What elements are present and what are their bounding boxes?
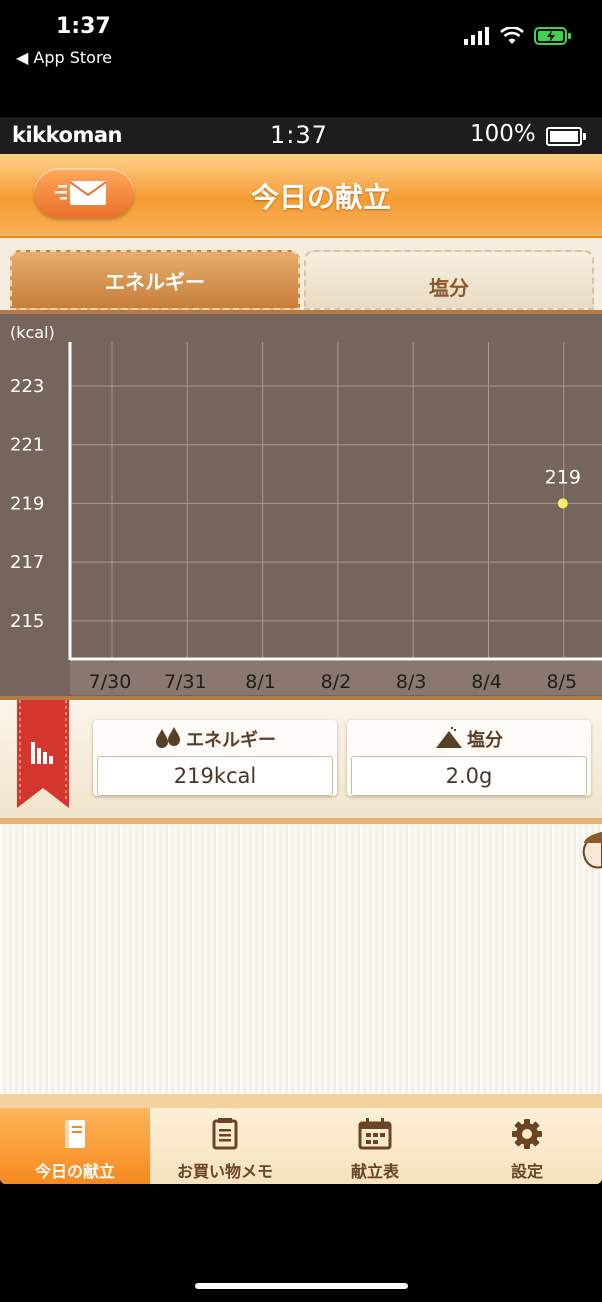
mascot-peek-icon [582, 831, 602, 869]
tab-todays-menu-label: 今日の献立 [34, 1162, 115, 1181]
chart-ytick-0: 223 [10, 376, 44, 397]
energy-chart: (kcal) 223 221 219 217 215 7/30 7/31 8/1 8/2 8/3 8/… [0, 310, 602, 700]
tab-salt[interactable]: 塩分 [304, 250, 594, 310]
battery-charging-icon [534, 27, 571, 45]
chart-ytick-2: 219 [10, 493, 44, 514]
brand-logo: kikkoman [12, 123, 122, 147]
salt-stat-label: 塩分 [467, 730, 503, 751]
ios-clock: 1:37 [56, 14, 111, 39]
chart-y-label: (kcal) [10, 323, 55, 342]
tab-settings[interactable]: 設定 [452, 1108, 602, 1184]
energy-stat-label: エネルギー [186, 730, 276, 751]
energy-drop-icon [156, 727, 180, 748]
chart-background [0, 314, 602, 696]
header-bar: 今日の献立 [0, 154, 602, 238]
energy-stat-value: 219kcal [97, 756, 333, 796]
memo-icon [212, 1118, 238, 1150]
bar-chart-ribbon-icon [17, 700, 69, 808]
energy-stat: エネルギー 219kcal [93, 720, 337, 796]
notebook-icon [65, 1120, 85, 1148]
wifi-icon [500, 27, 524, 44]
chart-ytick-3: 217 [10, 552, 44, 573]
energy-chart-svg: (kcal) 223 221 219 217 215 7/30 7/31 8/1 8/2 8/3 8/… [0, 314, 602, 696]
page-title: 今日の献立 [250, 181, 391, 214]
salt-stat-value: 2.0g [351, 756, 587, 796]
battery-icon [546, 127, 586, 146]
tab-energy[interactable]: エネルギー [10, 250, 300, 310]
app-status-bar: kikkoman 1:37 100% [0, 117, 602, 154]
content-area [0, 824, 602, 1094]
tab-todays-menu[interactable]: 今日の献立 [0, 1108, 150, 1184]
chart-ytick-1: 221 [10, 435, 44, 456]
tab-shopping-memo[interactable]: お買い物メモ [150, 1108, 300, 1184]
summary-panel: エネルギー 219kcal 塩分 2.0g [0, 700, 602, 824]
signal-icon [464, 27, 489, 45]
tab-menu-calendar-label: 献立表 [350, 1162, 399, 1181]
tab-menu-calendar[interactable]: 献立表 [300, 1108, 450, 1184]
salt-stat: 塩分 2.0g [347, 720, 591, 796]
ios-status-icons [464, 26, 572, 46]
chart-xtick-5: 8/4 [471, 671, 502, 693]
tab-shopping-memo-label: お買い物メモ [176, 1162, 273, 1181]
salt-mountain-icon [436, 727, 462, 748]
chart-xtick-4: 8/3 [396, 671, 427, 693]
tab-bar-top: エネルギー 塩分 [0, 238, 602, 310]
calendar-icon [358, 1118, 392, 1150]
tab-settings-label: 設定 [510, 1162, 543, 1181]
back-to-app-store-link[interactable]: ◀ App Store [16, 48, 112, 67]
chart-xtick-3: 8/2 [321, 671, 352, 693]
battery-percentage: 100% [470, 121, 536, 147]
ios-status-bar: 1:37 ◀ App Store [0, 0, 602, 117]
chart-xtick-0: 7/30 [89, 671, 132, 693]
gear-icon [512, 1119, 542, 1149]
chart-ytick-4: 215 [10, 611, 44, 632]
app-screen: kikkoman 1:37 100% 今日の献立 エネルギー 塩分 (kcal)… [0, 117, 602, 1184]
app-clock: 1:37 [270, 121, 328, 149]
home-indicator[interactable] [195, 1283, 408, 1289]
chart-xtick-6: 8/5 [547, 671, 578, 693]
chart-xtick-2: 8/1 [245, 671, 276, 693]
bottom-tab-bar: 今日の献立 お買い物メモ 献立表 設定 [0, 1094, 602, 1184]
chart-xtick-1: 7/31 [164, 671, 207, 693]
chart-point-0 [557, 498, 568, 509]
chart-point-label-0: 219 [545, 466, 581, 488]
